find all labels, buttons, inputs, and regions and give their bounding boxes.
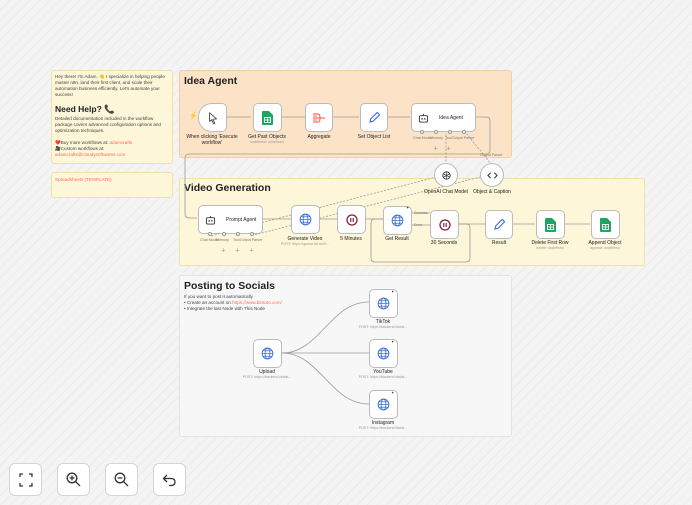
- edge-upload-instagram: [281, 352, 370, 405]
- wait-30-seconds-node[interactable]: [430, 210, 459, 239]
- result-label: Result: [491, 240, 507, 246]
- idea-agent-port-label: Chat Model: [413, 136, 432, 140]
- fit-view-icon: [18, 472, 33, 487]
- pencil-icon: [493, 218, 505, 230]
- prompt-agent-port-dot[interactable]: [250, 232, 254, 236]
- instagram-flag-icon: ✦: [391, 390, 395, 395]
- idea-agent-port-dot[interactable]: [448, 130, 452, 134]
- globe-icon: [261, 347, 274, 360]
- globe-icon: [377, 347, 390, 360]
- zoom-out-button[interactable]: [105, 463, 138, 496]
- wait-30-seconds-label: 30 Seconds: [430, 240, 458, 246]
- openai-icon: [441, 170, 451, 180]
- pause-icon: [438, 218, 451, 231]
- object-caption-node[interactable]: [480, 163, 504, 187]
- get-result-success-label: Success: [414, 211, 428, 215]
- set-object-list-label: Set Object List: [357, 134, 391, 140]
- connections-layer: [184, 116, 590, 405]
- trigger-node[interactable]: [198, 103, 227, 132]
- add-memory-icon[interactable]: ＋: [221, 247, 226, 254]
- tiktok-flag-icon: ✦: [391, 289, 395, 294]
- openai-chat-model-label: OpenAI Chat Model: [424, 189, 468, 195]
- get-result-flag-icon: ✦: [406, 205, 410, 210]
- code-icon: [486, 171, 498, 179]
- robot-icon: [418, 113, 429, 123]
- generate-video-sub: POST: https://queue.fal.run/f...: [280, 242, 330, 246]
- add-tool-icon[interactable]: ＋: [446, 145, 451, 152]
- pause-icon: [345, 213, 358, 226]
- youtube-sub: POST: https://backend.blotat...: [358, 375, 408, 379]
- aggregate-label: Aggregate: [307, 134, 331, 140]
- get-past-objects-node[interactable]: [253, 103, 282, 132]
- append-object-node[interactable]: [591, 210, 620, 239]
- delete-first-row-node[interactable]: [536, 210, 565, 239]
- set-object-list-node[interactable]: [360, 103, 388, 132]
- prompt-agent-port-dot[interactable]: [208, 232, 212, 236]
- cursor-icon: [208, 111, 217, 124]
- aggregate-node[interactable]: [305, 103, 333, 132]
- append-object-sub: append: undefined: [590, 246, 620, 250]
- add-chat-model-icon[interactable]: ＋: [433, 145, 438, 152]
- youtube-flag-icon: ✦: [391, 339, 395, 344]
- prompt-agent-port-dot[interactable]: [222, 232, 226, 236]
- idea-agent-port-dot[interactable]: [434, 130, 438, 134]
- robot-icon: [205, 215, 216, 225]
- idea-agent-label: Idea Agent: [439, 114, 463, 121]
- object-caption-label: Object & Caption: [473, 189, 511, 195]
- add-tool-icon[interactable]: ＋: [235, 247, 240, 254]
- aggregate-icon: [313, 112, 325, 123]
- pencil-icon: [368, 111, 380, 123]
- undo-icon: [162, 474, 176, 486]
- get-result-node[interactable]: [383, 206, 412, 235]
- globe-icon: [377, 398, 390, 411]
- idea-agent-node[interactable]: Idea Agent: [411, 103, 476, 132]
- tiktok-sub: POST: https://backend.blotat...: [358, 325, 408, 329]
- wait-5-minutes-label: 5 Minutes: [340, 236, 362, 242]
- zoom-in-button[interactable]: [57, 463, 90, 496]
- idea-agent-port-dot[interactable]: [462, 130, 466, 134]
- add-parser-icon[interactable]: ＋: [249, 247, 254, 254]
- google-sheets-icon: [262, 110, 273, 125]
- instagram-sub: POST: https://backend.blotat...: [358, 426, 408, 430]
- prompt-agent-label: Prompt Agent: [226, 216, 257, 223]
- google-sheets-icon: [545, 217, 556, 232]
- get-past-objects-sub: undefined: undefined: [250, 140, 284, 144]
- generate-video-node[interactable]: [291, 205, 320, 234]
- undo-button[interactable]: [153, 463, 186, 496]
- prompt-agent-port-label: Tool: [233, 238, 240, 242]
- globe-icon: [391, 214, 404, 227]
- fit-view-button[interactable]: [9, 463, 42, 496]
- result-node[interactable]: [485, 210, 513, 239]
- idea-agent-port-label: Output Parser: [452, 136, 475, 140]
- prompt-agent-port-dot[interactable]: [236, 232, 240, 236]
- get-result-error-label: Error: [414, 223, 422, 227]
- google-sheets-icon: [600, 217, 611, 232]
- upload-node[interactable]: [253, 339, 282, 368]
- idea-agent-port-label: Memory: [430, 136, 443, 140]
- globe-icon: [377, 297, 390, 310]
- upload-sub: POST: https://backend.blotat...: [242, 375, 292, 379]
- globe-icon: [299, 213, 312, 226]
- prompt-agent-port-label: Memory: [216, 238, 229, 242]
- zoom-in-icon: [66, 472, 81, 487]
- trigger-bolt-icon: ⚡: [189, 113, 198, 120]
- prompt-agent-node[interactable]: Prompt Agent: [198, 205, 263, 234]
- zoom-out-icon: [114, 472, 129, 487]
- output-parser-port-label: Output Parser: [480, 153, 503, 157]
- idea-agent-port-dot[interactable]: [420, 130, 424, 134]
- openai-chat-model-node[interactable]: [434, 163, 458, 187]
- idea-agent-port-label: Tool: [445, 136, 452, 140]
- delete-first-row-sub: delete: undefined: [536, 246, 564, 250]
- edge-upload-tiktok: [281, 301, 370, 354]
- get-result-label: Get Result: [385, 236, 409, 242]
- prompt-agent-port-label: Output Parser: [240, 238, 263, 242]
- trigger-label: When clicking 'Execute workflow': [186, 134, 238, 146]
- wait-5-minutes-node[interactable]: [337, 205, 366, 234]
